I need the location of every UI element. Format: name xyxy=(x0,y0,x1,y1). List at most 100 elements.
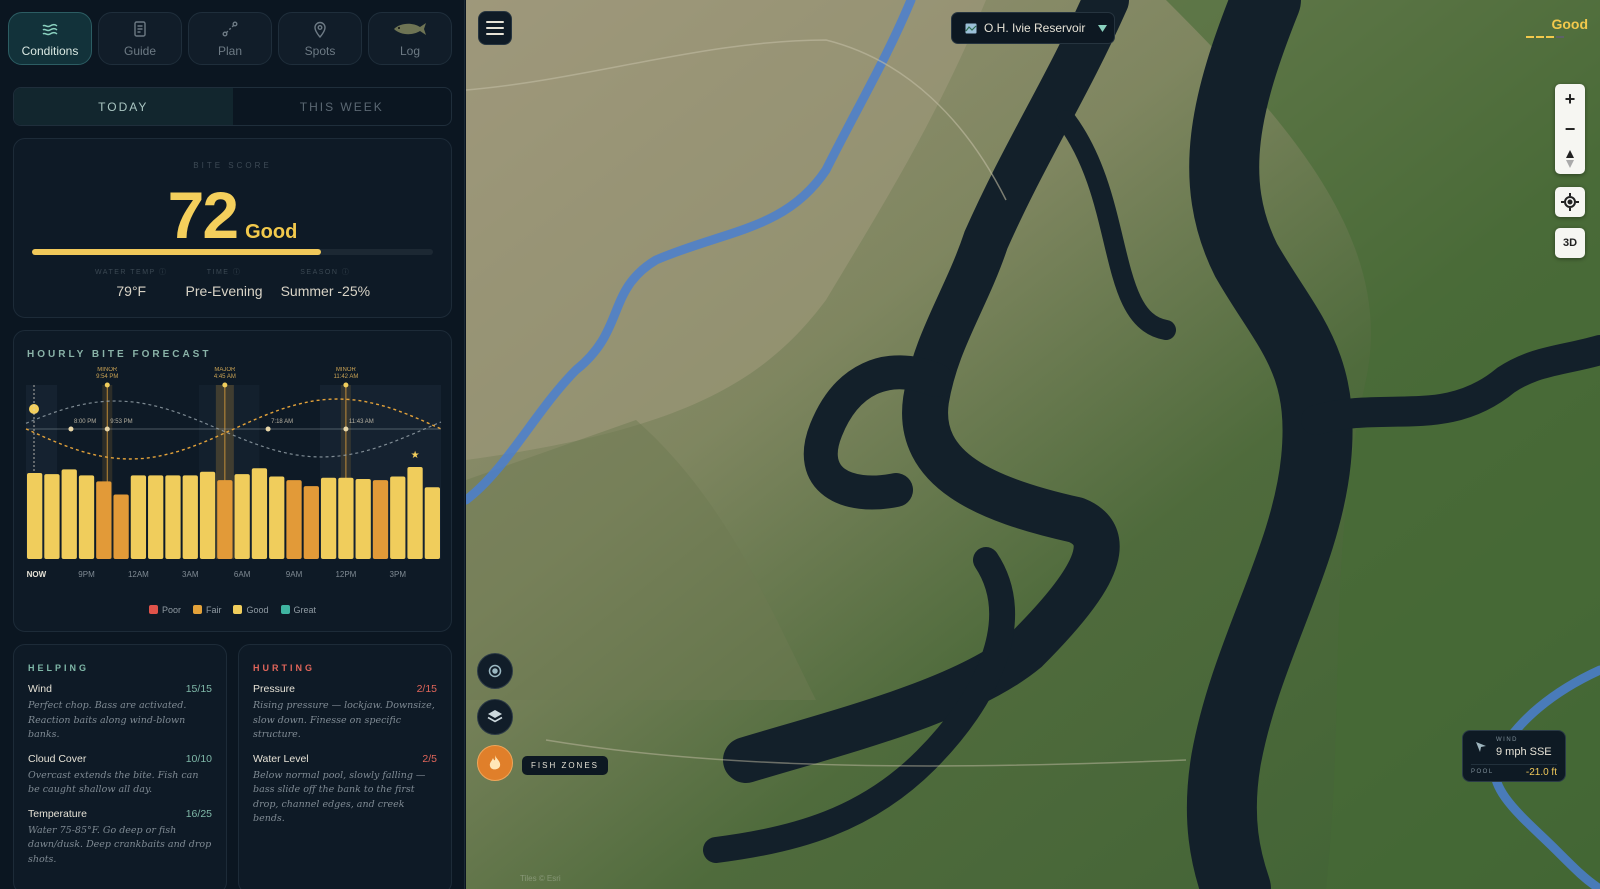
bite-score-label: Good xyxy=(245,221,298,243)
nav-conditions[interactable]: Conditions xyxy=(8,12,92,65)
zoom-out-button[interactable]: − xyxy=(1555,114,1585,144)
metric-time-value: Pre-Evening xyxy=(185,283,263,299)
solunar-dot xyxy=(104,382,110,388)
legend-label: Poor xyxy=(161,605,181,615)
wind-value: 9 mph SSE xyxy=(1496,746,1552,758)
factor-name: Temperature xyxy=(28,807,87,820)
compass-icon xyxy=(1566,150,1574,168)
legend-item: Poor xyxy=(148,605,181,615)
nav-spots-label: Spots xyxy=(304,44,336,58)
metric-water-temp[interactable]: WATER TEMP ⓘ 79°F xyxy=(95,267,168,299)
view-3d-button[interactable]: 3D xyxy=(1555,228,1585,258)
map-icon xyxy=(965,23,977,33)
wind-pool-card: WIND 9 mph SSE POOL -21.0 ft xyxy=(1462,730,1566,782)
nav-log[interactable]: Log xyxy=(368,12,452,65)
factor-name: Water Level xyxy=(253,752,309,765)
satellite-imagery xyxy=(466,0,1600,889)
hourly-bite-chart: MINOR9:54 PMMAJOR4:45 AMMINOR11:42 AM8:0… xyxy=(25,367,442,579)
satellite-map[interactable]: O.H. Ivie Reservoir Good + − 3D FISH ZON… xyxy=(466,0,1600,889)
bite-score-bar xyxy=(32,249,433,255)
bite-score-card: BITE SCORE 72 Good WATER TEMP ⓘ 79°F TIM… xyxy=(13,138,452,318)
factor-desc: Rising pressure — lockjaw. Downsize, slo… xyxy=(253,700,435,740)
sun-event-dot xyxy=(265,426,271,432)
metric-season[interactable]: SEASON ⓘ Summer -25% xyxy=(281,267,370,299)
factor-score: 10/10 xyxy=(185,752,212,765)
crosshair-icon xyxy=(1561,193,1579,211)
view-3d-control: 3D xyxy=(1555,228,1585,258)
forecast-bar xyxy=(372,480,389,559)
conditions-panel: Conditions Guide Plan Spots Log TODAY TH… xyxy=(0,0,465,889)
level-bar xyxy=(1536,36,1544,38)
menu-button[interactable] xyxy=(478,11,512,45)
period-toggle: TODAY THIS WEEK xyxy=(13,87,452,126)
forecast-bar xyxy=(424,487,440,559)
wind-arrow-icon xyxy=(1476,742,1486,752)
compass-button[interactable] xyxy=(1555,144,1585,174)
main-nav: Conditions Guide Plan Spots Log xyxy=(8,12,452,65)
layers-button[interactable] xyxy=(477,699,513,735)
zoom-in-button[interactable]: + xyxy=(1555,84,1585,114)
location-layer-button[interactable] xyxy=(477,653,513,689)
forecast-legend: Poor Fair Good Great xyxy=(14,605,451,615)
forecast-bar xyxy=(338,477,354,559)
legend-swatch xyxy=(233,605,243,614)
factor-score: 16/25 xyxy=(185,807,212,820)
factor-temperature: Temperature 16/25 Water 75-85°F. Go deep … xyxy=(28,808,212,868)
forecast-bar xyxy=(148,475,164,559)
metric-time[interactable]: TIME ⓘ Pre-Evening xyxy=(186,267,263,299)
locate-control xyxy=(1555,187,1585,217)
x-tick-label: 9PM xyxy=(78,570,95,579)
conditions-level-bars xyxy=(1526,36,1564,38)
fish-zones-button[interactable] xyxy=(477,745,513,781)
nav-log-label: Log xyxy=(399,44,421,58)
locate-button[interactable] xyxy=(1555,187,1585,217)
nav-spots[interactable]: Spots xyxy=(278,12,362,65)
metric-season-value: Summer -25% xyxy=(280,283,371,299)
solunar-dot xyxy=(343,382,349,388)
reservoir-name: O.H. Ivie Reservoir xyxy=(984,21,1086,35)
nav-plan-label: Plan xyxy=(217,44,243,58)
sun-event-label: 8:00 PM xyxy=(74,419,96,425)
level-bar xyxy=(1546,36,1554,38)
factor-desc: Below normal pool, slowly falling — bass… xyxy=(253,769,426,825)
factor-desc: Water 75-85°F. Go deep or fish dawn/dusk… xyxy=(28,824,212,865)
forecast-bar xyxy=(113,494,129,559)
tab-today[interactable]: TODAY xyxy=(14,88,233,125)
x-tick-label: NOW xyxy=(27,570,47,579)
factor-name: Wind xyxy=(28,683,52,695)
forecast-bar xyxy=(390,476,406,559)
factor-score: 15/15 xyxy=(185,683,212,695)
sun-event-dot xyxy=(104,426,110,432)
tab-this-week[interactable]: THIS WEEK xyxy=(233,88,452,125)
bite-score-heading: BITE SCORE xyxy=(193,161,272,170)
x-tick-label: 9AM xyxy=(286,570,303,579)
solunar-time: 4:45 AM xyxy=(214,374,236,380)
conditions-badge: Good xyxy=(1551,16,1588,32)
x-tick-label: 6AM xyxy=(234,570,251,579)
legend-item: Great xyxy=(280,605,316,615)
hamburger-icon xyxy=(486,21,504,35)
wind-label: WIND xyxy=(1496,737,1518,743)
factor-score: 2/15 xyxy=(416,683,437,695)
caret-down-icon xyxy=(1098,24,1108,32)
forecast-bar xyxy=(44,474,60,559)
sun-event-dot xyxy=(68,426,74,432)
nav-plan[interactable]: Plan xyxy=(188,12,272,65)
legend-label: Good xyxy=(246,605,269,615)
helping-card: HELPING Wind 15/15 Perfect chop. Bass are… xyxy=(13,644,227,889)
solunar-time: 11:42 AM xyxy=(333,374,358,380)
reservoir-selector[interactable]: O.H. Ivie Reservoir xyxy=(951,12,1115,44)
forecast-bar xyxy=(130,475,147,559)
legend-item: Fair xyxy=(192,605,221,615)
metric-water-temp-value: 79°F xyxy=(116,283,147,299)
legend-item: Good xyxy=(233,605,269,615)
map-nav-controls: + − xyxy=(1555,84,1585,174)
forecast-bar xyxy=(355,478,371,559)
factor-pressure: Pressure 2/15 Rising pressure — lockjaw. … xyxy=(253,683,437,743)
pool-label: POOL xyxy=(1471,769,1494,775)
hourly-forecast-card: HOURLY BITE FORECAST MINOR 9:54 PM MAJOR 4:… xyxy=(13,330,452,632)
nav-guide[interactable]: Guide xyxy=(98,12,182,65)
solunar-time: 9:54 PM xyxy=(96,374,118,380)
target-icon xyxy=(488,664,502,678)
forecast-title: HOURLY BITE FORECAST xyxy=(27,349,212,360)
